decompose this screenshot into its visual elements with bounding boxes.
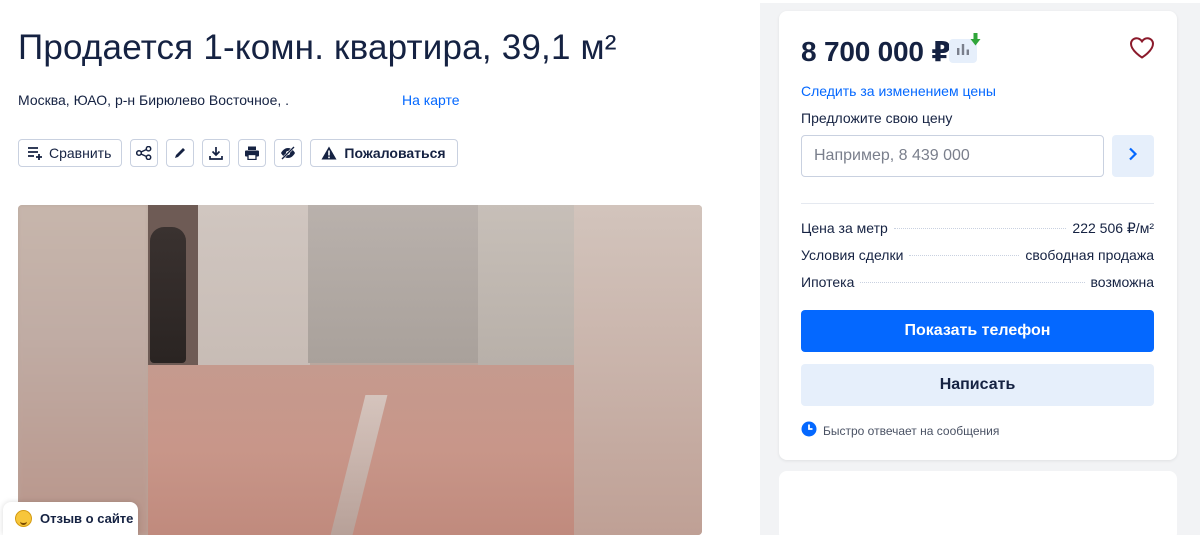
download-button[interactable] — [202, 139, 231, 167]
row-dots — [893, 228, 1067, 229]
show-phone-button[interactable]: Показать телефон — [801, 310, 1154, 352]
report-button[interactable]: Пожаловаться — [310, 139, 458, 167]
compare-button-label: Сравнить — [49, 145, 112, 161]
listing-price: 8 700 000 ₽ — [801, 36, 951, 67]
mortgage-label: Ипотека — [801, 274, 855, 290]
photo-room-image — [148, 205, 574, 535]
write-message-button[interactable]: Написать — [801, 364, 1154, 406]
photo-person — [150, 227, 186, 363]
site-feedback-button[interactable]: Отзыв о сайте — [3, 502, 138, 535]
watch-price-link[interactable]: Следить за изменением цены — [801, 83, 996, 99]
deal-terms-label: Условия сделки — [801, 247, 904, 263]
compare-list-icon — [27, 146, 43, 160]
price-per-meter-label: Цена за метр — [801, 220, 888, 236]
fast-reply-note: Быстро отвечает на сообщения — [801, 421, 999, 440]
row-dots — [909, 255, 1020, 256]
photo-wall-back — [308, 205, 478, 363]
deal-terms-row: Условия сделки свободная продажа — [801, 247, 1154, 263]
price-history-button[interactable] — [949, 33, 981, 63]
photo-blur-right — [574, 205, 702, 535]
hide-listing-button[interactable] — [274, 139, 303, 167]
smile-emoji-icon — [15, 510, 32, 527]
edit-note-button[interactable] — [166, 139, 195, 167]
photo-blur-left — [18, 205, 148, 535]
print-icon — [244, 146, 260, 160]
download-icon — [209, 146, 224, 160]
listing-main: Продается 1-комн. квартира, 39,1 м² Моск… — [0, 0, 760, 535]
clock-icon — [801, 421, 817, 440]
secondary-card — [779, 471, 1177, 535]
warning-icon — [321, 146, 337, 160]
share-button[interactable] — [130, 139, 159, 167]
price-card: 8 700 000 ₽ Следить за изменением цены П… — [779, 11, 1177, 460]
price-down-arrow-icon — [970, 33, 981, 51]
card-divider — [801, 203, 1154, 204]
map-link[interactable]: На карте — [402, 92, 460, 108]
deal-terms-value: свободная продажа — [1025, 247, 1154, 263]
favorite-button[interactable] — [1129, 36, 1155, 65]
page-title: Продается 1-комн. квартира, 39,1 м² — [18, 28, 617, 67]
price-chart-icon — [956, 42, 970, 60]
print-button[interactable] — [238, 139, 267, 167]
share-icon — [136, 146, 152, 160]
price-per-meter-row: Цена за метр 222 506 ₽/м² — [801, 220, 1154, 237]
offer-price-input[interactable] — [801, 135, 1104, 177]
chevron-right-icon — [1128, 147, 1138, 166]
offer-submit-button[interactable] — [1112, 135, 1154, 177]
price-per-meter-value: 222 506 ₽/м² — [1072, 220, 1154, 236]
listing-toolbar: Сравнить Пожаловаться — [18, 139, 458, 167]
offer-price-label: Предложите свою цену — [801, 110, 953, 126]
row-dots — [860, 282, 1085, 283]
mortgage-row: Ипотека возможна — [801, 274, 1154, 290]
fast-reply-text: Быстро отвечает на сообщения — [823, 423, 1000, 438]
compare-button[interactable]: Сравнить — [18, 139, 123, 167]
report-button-label: Пожаловаться — [344, 145, 446, 161]
site-feedback-label: Отзыв о сайте — [40, 511, 134, 526]
listing-address: Москва, ЮАО, р-н Бирюлево Восточное, . — [18, 92, 290, 108]
hide-icon — [280, 146, 296, 160]
mortgage-value: возможна — [1090, 274, 1154, 290]
edit-icon — [173, 146, 187, 160]
listing-photo[interactable] — [18, 205, 702, 535]
photo-wall-right — [478, 205, 574, 375]
heart-icon — [1129, 37, 1155, 64]
